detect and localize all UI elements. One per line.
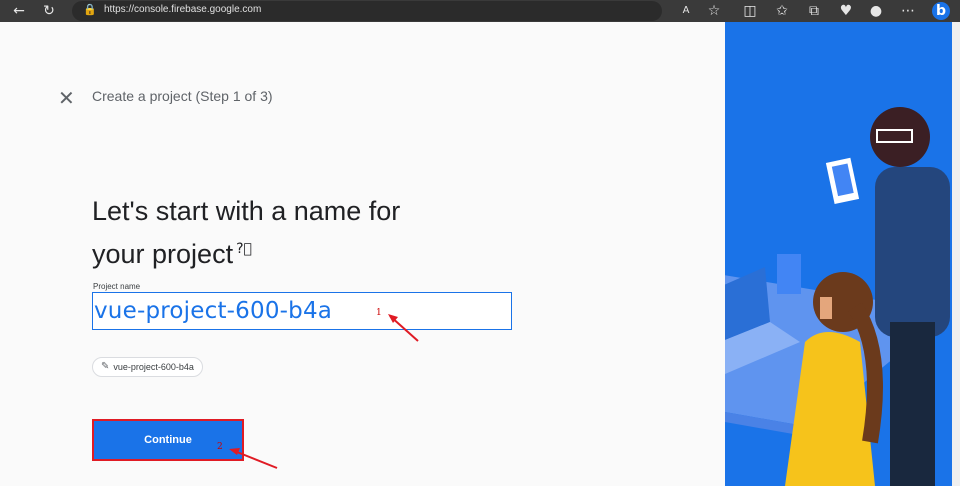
heading-line-1: Let's start with a name for: [92, 196, 401, 226]
split-screen-icon[interactable]: ◫: [742, 2, 758, 20]
lock-icon[interactable]: 🔒: [83, 3, 97, 19]
firebase-illustration: [725, 107, 950, 486]
favorite-star-icon[interactable]: ☆: [706, 2, 722, 20]
man-legs: [890, 322, 935, 486]
bing-icon[interactable]: b: [932, 2, 950, 20]
project-id-chip-label: vue-project-600-b4a: [113, 362, 194, 372]
collections-icon[interactable]: ⧉: [806, 2, 822, 20]
annotation-marker-1: 1: [376, 308, 382, 318]
project-name-label: Project name: [93, 282, 141, 291]
heading-line-2-text: your project: [92, 239, 234, 269]
continue-button-label: Continue: [144, 434, 192, 446]
create-project-panel: ✕ Create a project (Step 1 of 3) Let's s…: [0, 22, 725, 486]
project-name-field[interactable]: [92, 292, 512, 330]
mug-illustration: [777, 254, 801, 294]
favorites-icon[interactable]: ✩: [774, 2, 790, 20]
profile-avatar-icon[interactable]: ●: [868, 2, 884, 20]
heading-line-2: your project ?⃝: [92, 230, 452, 273]
pencil-icon: ✎: [101, 361, 110, 372]
annotation-marker-2: 2: [217, 442, 223, 452]
page-heading: Let's start with a name for your project…: [92, 192, 452, 273]
continue-button[interactable]: Continue: [92, 419, 244, 461]
man-head: [870, 107, 930, 167]
back-icon[interactable]: ←: [10, 2, 28, 20]
woman-face: [820, 297, 832, 319]
health-icon[interactable]: ♥: [838, 2, 854, 20]
man-body: [875, 167, 950, 337]
close-icon[interactable]: ✕: [58, 86, 75, 110]
url-text[interactable]: https://console.firebase.google.com: [104, 4, 261, 15]
more-icon[interactable]: ⋯: [900, 2, 916, 20]
scrollbar[interactable]: [952, 22, 960, 486]
step-title: Create a project (Step 1 of 3): [92, 88, 273, 104]
refresh-icon[interactable]: ↻: [40, 2, 58, 20]
help-icon[interactable]: ?⃝: [236, 241, 252, 257]
project-name-input[interactable]: [93, 293, 512, 329]
project-id-chip[interactable]: ✎ vue-project-600-b4a: [92, 357, 203, 377]
read-aloud-icon[interactable]: A: [678, 2, 694, 20]
browser-toolbar: ← ↻ 🔒 https://console.firebase.google.co…: [0, 0, 960, 22]
illustration-panel: [725, 22, 960, 486]
